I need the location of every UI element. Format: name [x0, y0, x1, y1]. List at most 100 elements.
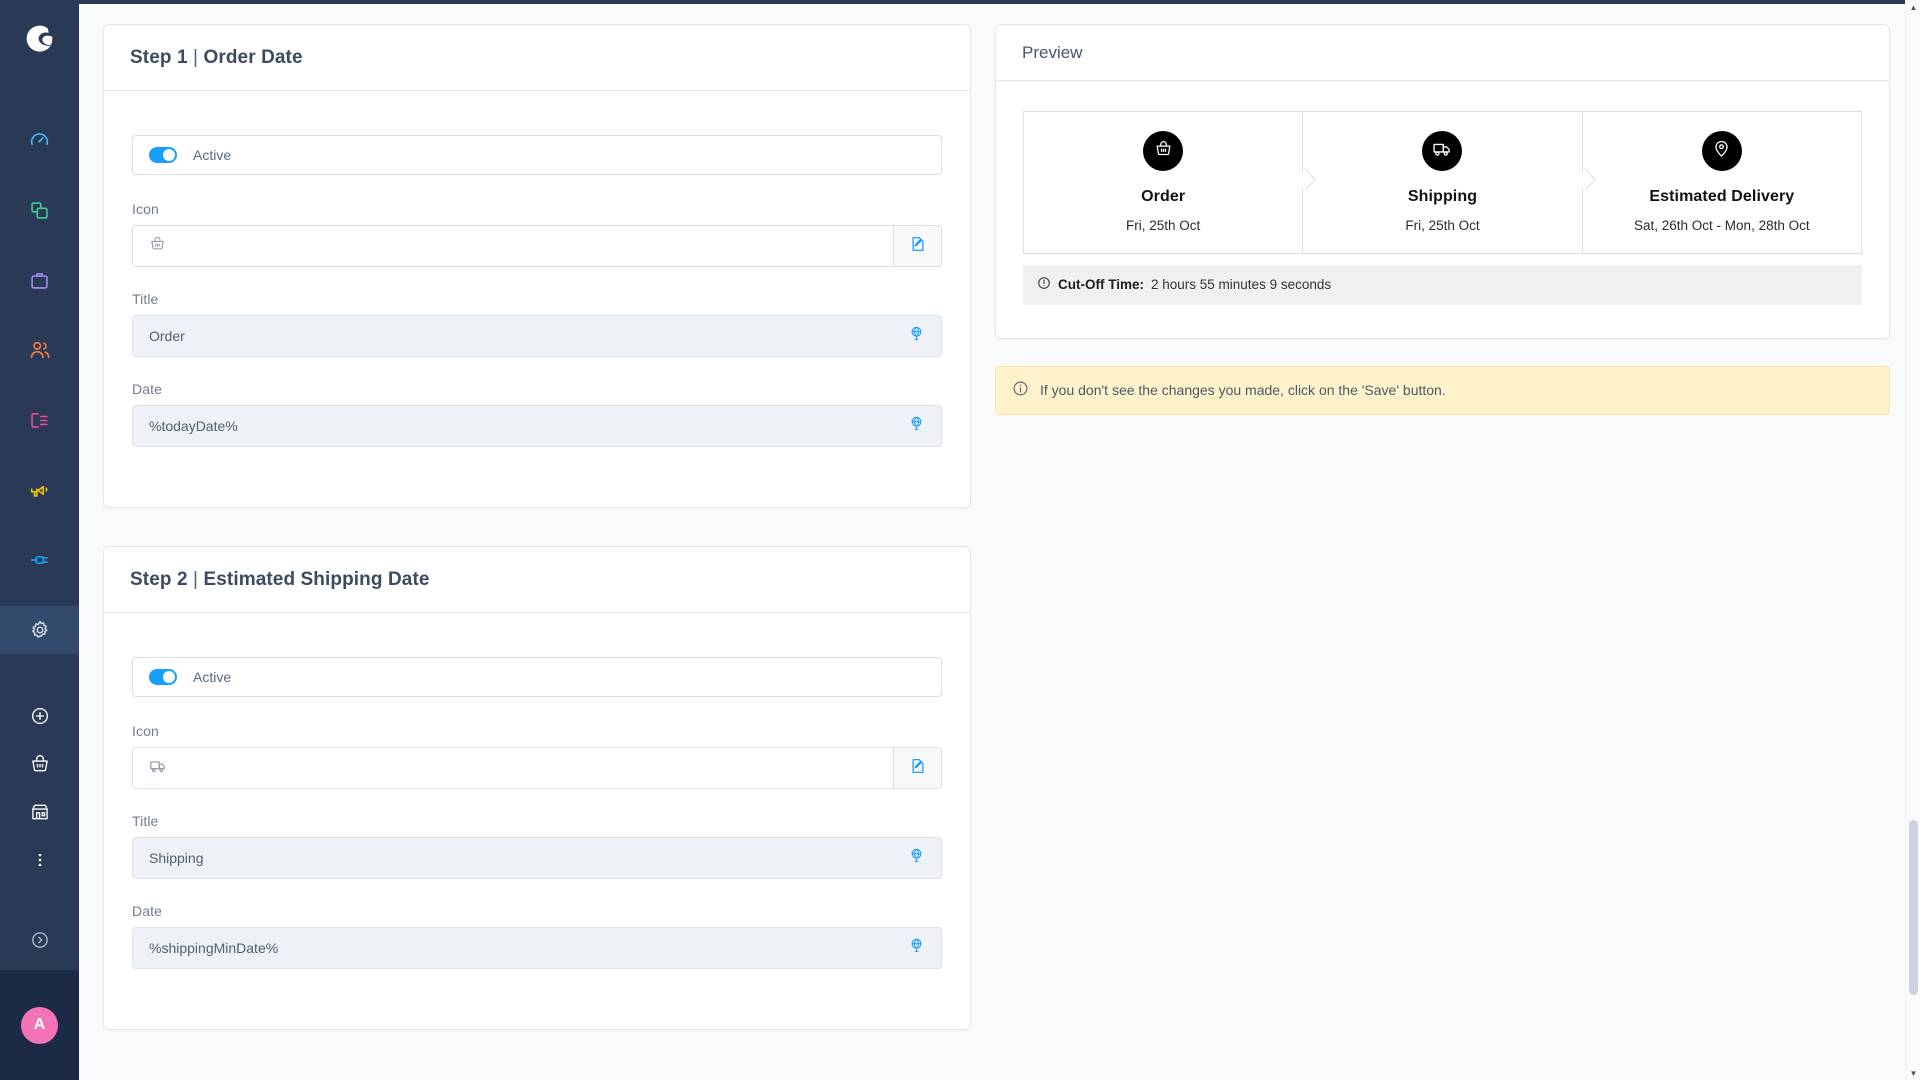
save-hint-text: If you don't see the changes you made, c…: [1040, 382, 1446, 398]
collapse-sidebar-button[interactable]: [0, 910, 79, 970]
step-1-date-value: %todayDate%: [149, 418, 238, 434]
sidebar-item-settings[interactable]: [0, 606, 79, 654]
cutoff-value: 2 hours 55 minutes 9 seconds: [1151, 277, 1332, 292]
step-name-order: Order: [1141, 188, 1186, 205]
sidebar-item-marketing[interactable]: [0, 466, 79, 514]
preview-heading: Preview: [1022, 43, 1083, 62]
step-1-body: Active Icon Title Order Date %todayDate%: [104, 91, 970, 507]
step-2-date-field: Date %shippingMinDate%: [132, 903, 942, 969]
step-1-date-input[interactable]: %todayDate%: [132, 405, 942, 447]
step-2-title-prefix: Step 2: [130, 569, 188, 590]
step-2-title-field: Title Shipping: [132, 813, 942, 879]
step-1-active-label: Active: [193, 147, 232, 163]
step-2-body: Active Icon Title Shipping Date %shippin…: [104, 613, 970, 1029]
clock-alert-icon: [1037, 276, 1051, 293]
edit-document-icon: [909, 235, 927, 258]
sidebar-item-sales-channel[interactable]: [0, 788, 79, 836]
sidebar-item-storefront-cart[interactable]: [0, 740, 79, 788]
window-top-bar: [79, 0, 1905, 4]
sidebar-item-orders[interactable]: [0, 256, 79, 304]
step-name-shipping: Shipping: [1407, 188, 1478, 205]
step-date-order: Fri, 25th Oct: [1126, 218, 1201, 233]
step-2-active-toggle[interactable]: [149, 669, 177, 685]
step-2-icon-edit-button[interactable]: [894, 747, 942, 789]
sidebar-item-customers[interactable]: [0, 326, 79, 374]
step-2-icon-row: [132, 747, 942, 789]
step-1-date-field: Date %todayDate%: [132, 381, 942, 447]
basket-icon: [149, 235, 166, 257]
sidebar-item-catalogues[interactable]: [0, 186, 79, 234]
step-2-title-field-label: Title: [132, 813, 159, 829]
page-scrollbar[interactable]: ▲ ▼: [1905, 0, 1920, 1080]
step-1-icon-input[interactable]: [132, 225, 894, 267]
step-2-date-value: %shippingMinDate%: [149, 940, 279, 956]
step-2-title-name: Estimated Shipping Date: [203, 569, 430, 590]
step-1-icon-label: Icon: [132, 201, 159, 217]
scrollbar-up-arrow[interactable]: ▲: [1906, 0, 1920, 14]
step-2-title-input[interactable]: Shipping: [132, 837, 942, 879]
sidebar-quick-actions: [0, 692, 79, 884]
preview-card: Preview Order Fri, 25th Oct Shipping Fri…: [995, 24, 1890, 339]
step-2-icon-input[interactable]: [132, 747, 894, 789]
step-1-icon-row: [132, 225, 942, 267]
main-sidebar: A: [0, 0, 79, 1080]
globe-translate-icon[interactable]: [908, 847, 925, 869]
sidebar-nav: [0, 116, 79, 654]
step-badge-estimated-delivery: [1701, 131, 1742, 171]
basket-icon: [1154, 139, 1173, 163]
step-1-title-input[interactable]: Order: [132, 315, 942, 357]
step-badge-shipping: [1422, 131, 1463, 171]
preview-step-estimated-delivery: Estimated Delivery Sat, 26th Oct - Mon, …: [1581, 112, 1861, 253]
step-1-title-name: Order Date: [203, 47, 303, 68]
step-2-title: Step 2 | Estimated Shipping Date: [130, 569, 944, 591]
globe-translate-icon[interactable]: [908, 325, 925, 347]
globe-translate-icon[interactable]: [908, 415, 925, 437]
step-date-shipping: Fri, 25th Oct: [1405, 218, 1480, 233]
step-1-active-toggle[interactable]: [149, 147, 177, 163]
step-1-title-separator: |: [193, 47, 199, 68]
globe-translate-icon[interactable]: [908, 937, 925, 959]
preview-stepper: Order Fri, 25th Oct Shipping Fri, 25th O…: [1023, 111, 1862, 254]
step-1-date-field-label: Date: [132, 381, 162, 397]
step-1-icon-edit-button[interactable]: [894, 225, 942, 267]
cutoff-label: Cut-Off Time:: [1058, 277, 1144, 292]
step-1-title-value: Order: [149, 328, 185, 344]
save-hint-banner: If you don't see the changes you made, c…: [995, 366, 1890, 415]
sidebar-item-more-options[interactable]: [0, 836, 79, 884]
preview-body: Order Fri, 25th Oct Shipping Fri, 25th O…: [996, 81, 1889, 338]
step-2-date-input[interactable]: %shippingMinDate%: [132, 927, 942, 969]
sidebar-item-add-new[interactable]: [0, 692, 79, 740]
scrollbar-thumb[interactable]: [1909, 820, 1918, 995]
user-avatar[interactable]: A: [21, 1006, 58, 1044]
step-2-active-row: Active: [132, 657, 942, 697]
step-2-date-field-label: Date: [132, 903, 162, 919]
sidebar-item-dashboard[interactable]: [0, 116, 79, 164]
preview-column: Preview Order Fri, 25th Oct Shipping Fri…: [995, 24, 1890, 1080]
map-pin-icon: [1712, 139, 1731, 163]
preview-step-order: Order Fri, 25th Oct: [1024, 112, 1317, 253]
steps-column: Step 1 | Order Date Active Icon Title Or…: [103, 24, 971, 1080]
step-2-card: Step 2 | Estimated Shipping Date Active …: [103, 546, 971, 1030]
preview-step-shipping: Shipping Fri, 25th Oct: [1302, 112, 1596, 253]
sidebar-item-content[interactable]: [0, 396, 79, 444]
step-1-title-prefix: Step 1: [130, 47, 188, 68]
step-2-icon-label: Icon: [132, 723, 159, 739]
step-1-active-row: Active: [132, 135, 942, 175]
step-1-icon-field: Icon: [132, 201, 942, 267]
step-date-estimated-delivery: Sat, 26th Oct - Mon, 28th Oct: [1634, 218, 1810, 233]
step-2-title-separator: |: [193, 569, 199, 590]
sidebar-item-extensions[interactable]: [0, 536, 79, 584]
step-1-title-field-label: Title: [132, 291, 159, 307]
cutoff-time-bar: Cut-Off Time: 2 hours 55 minutes 9 secon…: [1023, 265, 1862, 305]
info-circle-icon: [1012, 380, 1029, 400]
shopware-logo[interactable]: [0, 0, 79, 78]
step-1-title: Step 1 | Order Date: [130, 47, 944, 69]
step-1-title-field: Title Order: [132, 291, 942, 357]
edit-document-icon: [909, 757, 927, 780]
step-1-header: Step 1 | Order Date: [104, 25, 970, 91]
content-area: Step 1 | Order Date Active Icon Title Or…: [79, 0, 1920, 1080]
scrollbar-down-arrow[interactable]: ▼: [1906, 1066, 1920, 1080]
step-1-card: Step 1 | Order Date Active Icon Title Or…: [103, 24, 971, 508]
step-2-header: Step 2 | Estimated Shipping Date: [104, 547, 970, 613]
step-2-title-value: Shipping: [149, 850, 204, 866]
